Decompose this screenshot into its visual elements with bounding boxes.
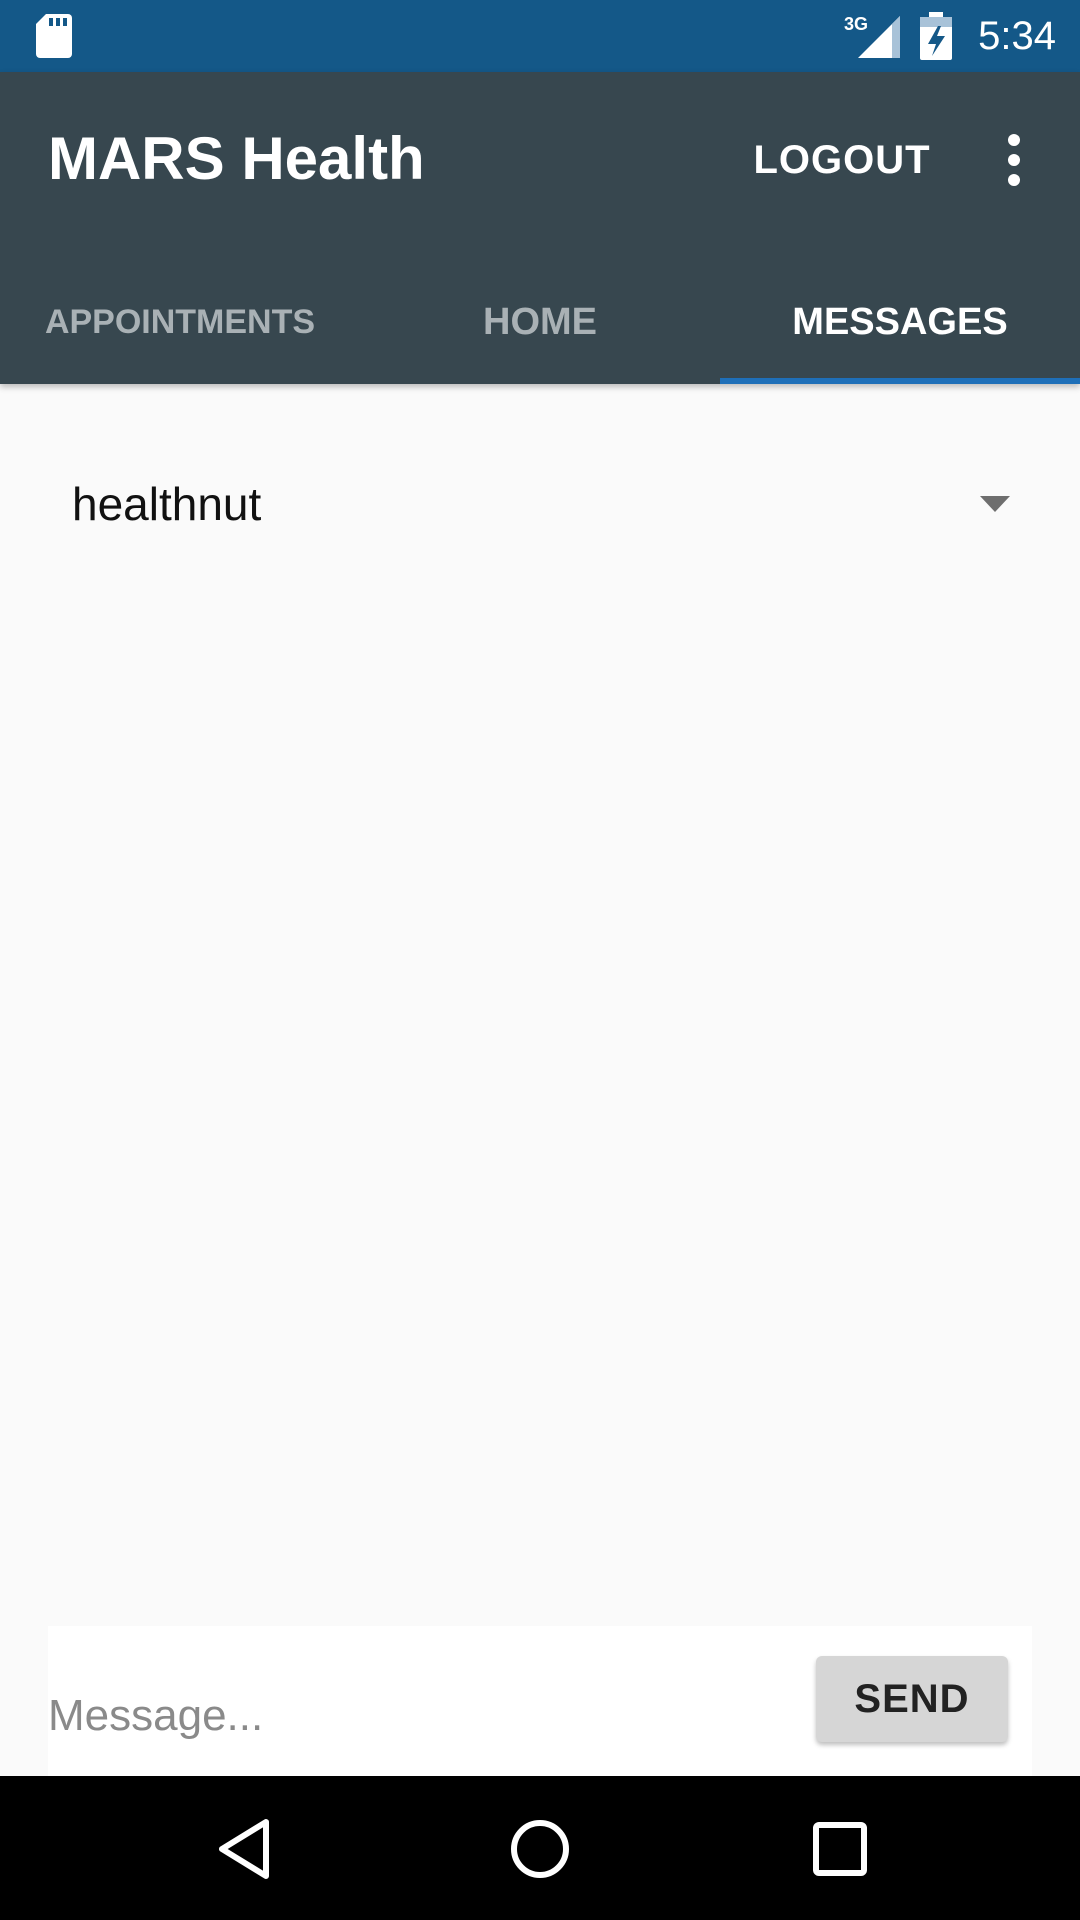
message-input[interactable] — [48, 1676, 788, 1756]
tab-appointments[interactable]: APPOINTMENTS — [0, 260, 360, 384]
logout-button[interactable]: LOGOUT — [752, 128, 932, 192]
messages-screen: 3G 5:34 MARS Health LOGOUT APPOINTMENTS … — [0, 0, 1080, 1920]
message-composer: SEND — [48, 1626, 1032, 1776]
tab-messages[interactable]: MESSAGES — [720, 260, 1080, 384]
app-bar: MARS Health LOGOUT APPOINTMENTS HOME MES… — [0, 72, 1080, 384]
recipient-selected-value: healthnut — [72, 478, 262, 530]
home-circle-icon[interactable] — [505, 1814, 575, 1884]
back-icon[interactable] — [210, 1814, 280, 1884]
cellular-signal-icon: 3G — [844, 14, 900, 58]
more-vert-icon[interactable] — [990, 128, 1038, 192]
recipient-dropdown[interactable]: healthnut — [72, 466, 1022, 546]
tab-home[interactable]: HOME — [360, 260, 720, 384]
sd-card-icon — [36, 14, 72, 58]
tab-bar: APPOINTMENTS HOME MESSAGES — [0, 260, 1080, 384]
network-type-label: 3G — [844, 14, 868, 34]
recents-icon[interactable] — [805, 1814, 875, 1884]
navigation-bar — [0, 1776, 1080, 1920]
battery-charging-icon — [920, 12, 952, 60]
dropdown-arrow-icon — [980, 496, 1010, 512]
status-bar: 3G 5:34 — [0, 0, 1080, 72]
send-button[interactable]: SEND — [816, 1656, 1008, 1742]
status-clock: 5:34 — [978, 14, 1056, 58]
app-title: MARS Health — [48, 125, 425, 192]
